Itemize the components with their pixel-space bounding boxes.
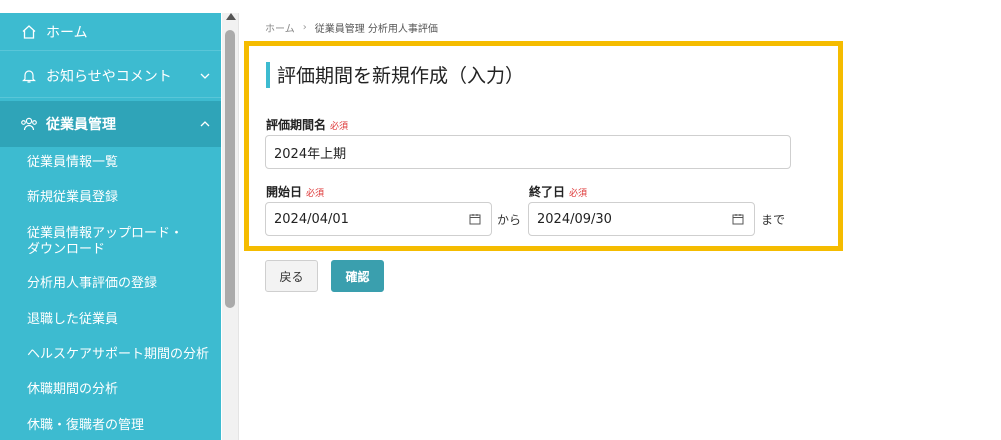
period-name-input[interactable]: 2024年上期 — [265, 135, 791, 169]
scrollbar-thumb[interactable] — [225, 30, 235, 308]
period-name-label-text: 評価期間名 — [266, 118, 327, 132]
bell-icon — [20, 67, 38, 85]
start-date-input[interactable]: 2024/04/01 — [265, 202, 492, 236]
sidebar-subitem-employee-list[interactable]: 従業員情報一覧 — [27, 155, 118, 171]
breadcrumb-home-link[interactable]: ホーム — [265, 20, 295, 35]
until-text: まで — [761, 213, 786, 227]
page-title: 評価期間を新規作成（入力） — [277, 65, 525, 87]
sidebar-subitem-new-employee[interactable]: 新規従業員登録 — [27, 190, 118, 206]
sidebar-subitem-retired-employees[interactable]: 退職した従業員 — [27, 312, 118, 328]
end-date-value: 2024/09/30 — [537, 211, 612, 227]
sidebar-item-label: ホーム — [46, 24, 88, 41]
breadcrumb-current: 従業員管理 分析用人事評価 — [314, 24, 438, 35]
back-button[interactable]: 戻る — [265, 260, 318, 292]
sidebar-subitem-label-line2: ダウンロード — [27, 242, 106, 257]
required-badge: 必須 — [569, 189, 588, 199]
end-date-label: 終了日 必須 — [529, 183, 587, 200]
sidebar-subitem-leave-analysis[interactable]: 休職期間の分析 — [27, 382, 118, 398]
sidebar-item-home[interactable]: ホーム — [0, 13, 221, 51]
breadcrumb: ホーム › 従業員管理 分析用人事評価 — [265, 20, 438, 35]
sidebar-item-label: お知らせやコメント — [46, 68, 172, 85]
breadcrumb-separator: › — [302, 22, 307, 33]
scroll-up-arrow-icon[interactable] — [226, 13, 236, 20]
end-date-input[interactable]: 2024/09/30 — [528, 202, 755, 236]
calendar-icon[interactable] — [732, 213, 744, 225]
home-icon — [20, 23, 38, 41]
sidebar-item-label: 従業員管理 — [46, 117, 116, 133]
calendar-icon[interactable] — [469, 213, 481, 225]
sidebar-subitem-healthcare-analysis[interactable]: ヘルスケアサポート期間の分析 — [27, 347, 209, 363]
from-text: から — [497, 213, 522, 227]
start-date-label-text: 開始日 — [266, 185, 303, 199]
required-badge: 必須 — [306, 189, 325, 199]
confirm-button[interactable]: 確認 — [331, 260, 384, 292]
title-accent-bar — [266, 62, 270, 88]
sidebar: ホーム お知らせやコメント 従業員管理 従業員情報一覧 新規従業員登録 従業員情… — [0, 13, 221, 440]
sidebar-subitem-upload-download[interactable]: 従業員情報アップロード・ ダウンロード — [27, 226, 183, 258]
start-date-label: 開始日 必須 — [266, 183, 324, 200]
users-icon — [20, 115, 38, 133]
sidebar-subitem-leave-return-management[interactable]: 休職・復職者の管理 — [27, 418, 144, 434]
chevron-up-icon — [199, 118, 211, 130]
start-date-value: 2024/04/01 — [274, 211, 349, 227]
end-date-label-text: 終了日 — [529, 185, 566, 199]
chevron-down-icon — [199, 70, 211, 82]
sidebar-scrollbar[interactable] — [222, 13, 239, 440]
sidebar-item-notice[interactable]: お知らせやコメント — [0, 54, 221, 98]
sidebar-subitem-hr-evaluation[interactable]: 分析用人事評価の登録 — [27, 276, 157, 292]
required-badge: 必須 — [330, 122, 349, 132]
sidebar-item-employee-management[interactable]: 従業員管理 — [0, 101, 221, 147]
sidebar-subitem-label-line1: 従業員情報アップロード・ — [27, 226, 184, 241]
period-name-label: 評価期間名 必須 — [266, 116, 348, 133]
